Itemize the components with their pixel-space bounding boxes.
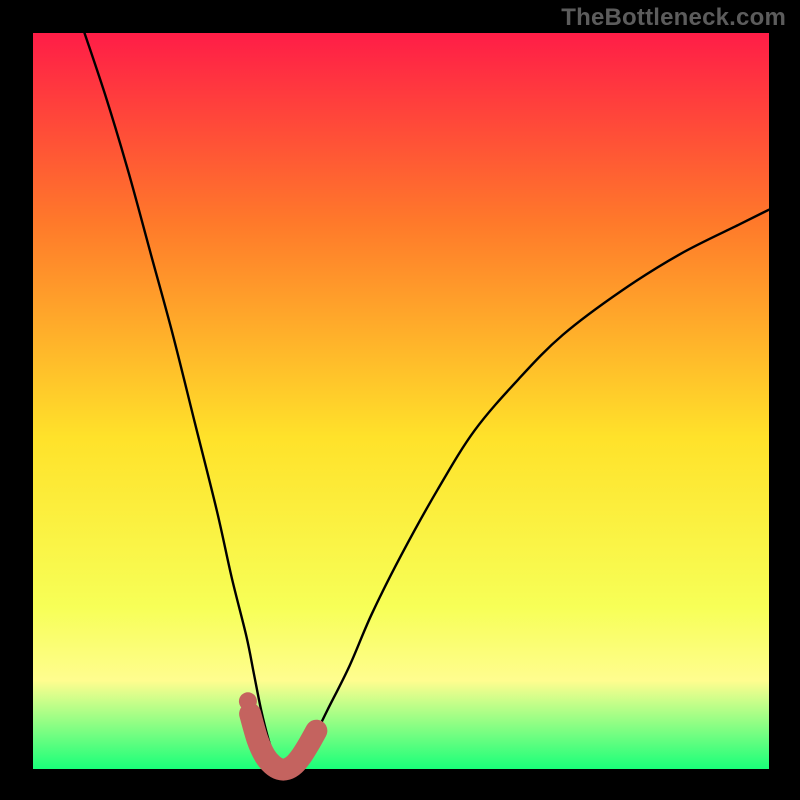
optimal-region-start-dot: [239, 692, 257, 710]
bottleneck-chart-svg: [0, 0, 800, 800]
watermark-text: TheBottleneck.com: [561, 4, 786, 32]
plot-area: [33, 33, 769, 769]
chart-stage: TheBottleneck.com: [0, 0, 800, 800]
